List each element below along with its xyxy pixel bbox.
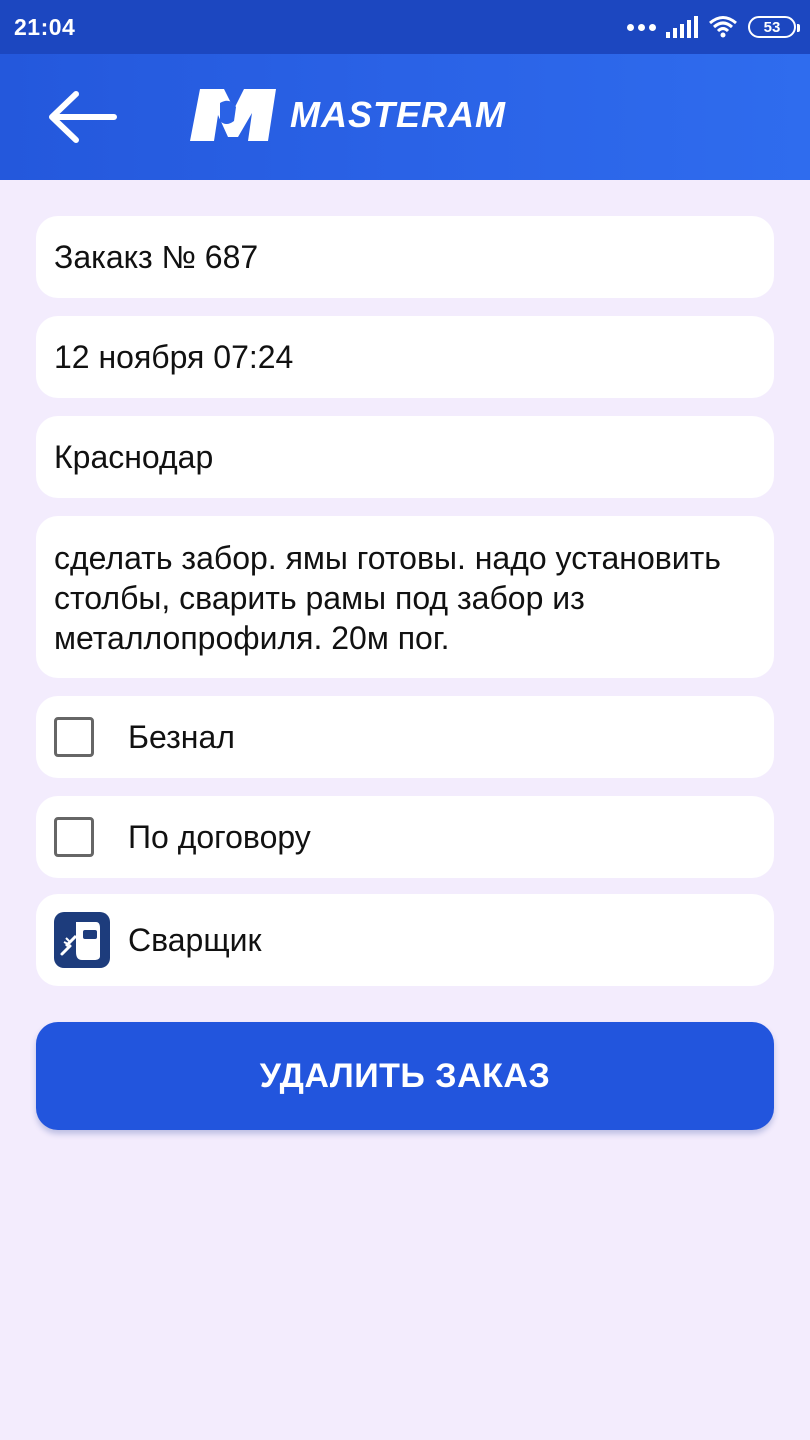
order-datetime: 12 ноября 07:24 [54,339,294,375]
contract-label: По договору [128,819,311,855]
battery-icon: 53 [748,16,800,38]
contract-checkbox[interactable] [54,817,94,857]
order-datetime-card: 12 ноября 07:24 [36,316,774,398]
order-city-card: Краснодар [36,416,774,498]
status-icons: 53 [627,15,800,39]
status-time: 21:04 [14,13,76,40]
signal-icon [666,16,698,38]
cashless-option[interactable]: Безнал [36,696,774,778]
logo-mark-icon [190,89,276,141]
category-card: Сварщик [36,894,774,986]
more-dots-icon [627,23,656,31]
welder-mask-icon [54,912,110,968]
order-city: Краснодар [54,439,214,475]
category-label: Сварщик [128,922,262,958]
order-number: Закакз № 687 [54,239,259,275]
cashless-checkbox[interactable] [54,717,94,757]
contract-option[interactable]: По договору [36,796,774,878]
status-bar: 21:04 53 [0,0,810,54]
order-number-card: Закакз № 687 [36,216,774,298]
back-button[interactable] [42,84,122,150]
delete-order-button[interactable]: УДАЛИТЬ ЗАКАЗ [36,1022,774,1130]
order-description-card: сделать забор. ямы готовы. надо установи… [36,516,774,678]
app-bar: MASTERAM [0,54,810,180]
logo: MASTERAM [190,84,506,146]
order-description: сделать забор. ямы готовы. надо установи… [54,540,721,656]
cashless-label: Безнал [128,719,235,755]
wifi-icon [709,16,737,38]
logo-text: MASTERAM [290,94,506,135]
arrow-left-icon [49,91,117,143]
